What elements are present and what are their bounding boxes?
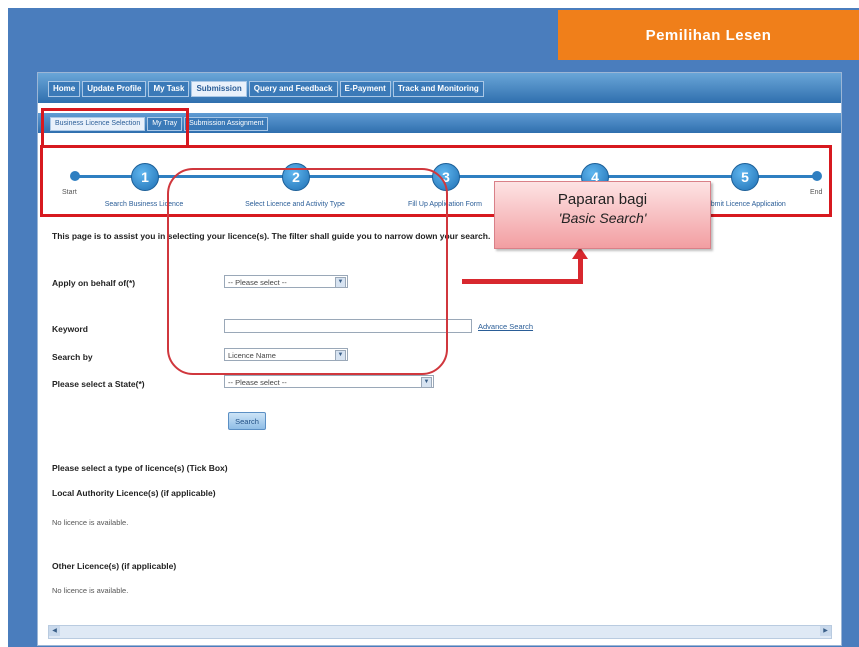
scroll-right-icon[interactable]: ▶: [820, 626, 831, 636]
subtab-highlight-box: [41, 108, 189, 148]
subtab-submission-assignment[interactable]: Submission Assignment: [184, 117, 269, 131]
state-label: Please select a State(*): [52, 379, 145, 389]
tab-query-and-feedback[interactable]: Query and Feedback: [248, 81, 338, 97]
tab-submission[interactable]: Submission: [191, 81, 247, 97]
callout-line2: 'Basic Search': [558, 210, 647, 226]
form-highlight-oval: [167, 168, 448, 375]
state-select[interactable]: -- Please select -- ▼: [224, 375, 434, 388]
state-value: -- Please select --: [228, 378, 287, 387]
licence-type-heading: Please select a type of licence(s) (Tick…: [52, 463, 228, 473]
search-by-label: Search by: [52, 352, 93, 362]
tab-track-and-monitoring[interactable]: Track and Monitoring: [392, 81, 484, 97]
advance-search-link[interactable]: Advance Search: [478, 322, 533, 331]
other-licence-note: No licence is available.: [52, 586, 129, 595]
top-navigation: Home Update Profile My Task Submission Query…: [38, 73, 841, 103]
apply-on-behalf-label: Apply on behalf of(*): [52, 278, 136, 288]
scroll-left-icon[interactable]: ◀: [49, 626, 60, 636]
local-authority-heading: Local Authority Licence(s) (if applicabl…: [52, 488, 216, 498]
tab-e-payment[interactable]: E-Payment: [339, 81, 391, 97]
local-authority-note: No licence is available.: [52, 518, 129, 527]
horizontal-scrollbar[interactable]: ◀ ▶: [48, 625, 832, 639]
slide-title-banner: Pemilihan Lesen: [558, 10, 859, 60]
keyword-label: Keyword: [52, 324, 88, 334]
basic-search-callout: Paparan bagi 'Basic Search': [494, 181, 711, 249]
search-button[interactable]: Search: [228, 412, 266, 430]
tab-home[interactable]: Home: [48, 81, 81, 97]
callout-line1: Paparan bagi: [557, 191, 648, 208]
callout-arrow-shaft: [462, 279, 582, 284]
tab-my-task[interactable]: My Task: [148, 81, 190, 97]
other-licence-heading: Other Licence(s) (if applicable): [52, 561, 177, 571]
tab-update-profile[interactable]: Update Profile: [82, 81, 147, 97]
chevron-down-icon: ▼: [421, 377, 432, 388]
callout-arrow-stem: [578, 258, 583, 284]
